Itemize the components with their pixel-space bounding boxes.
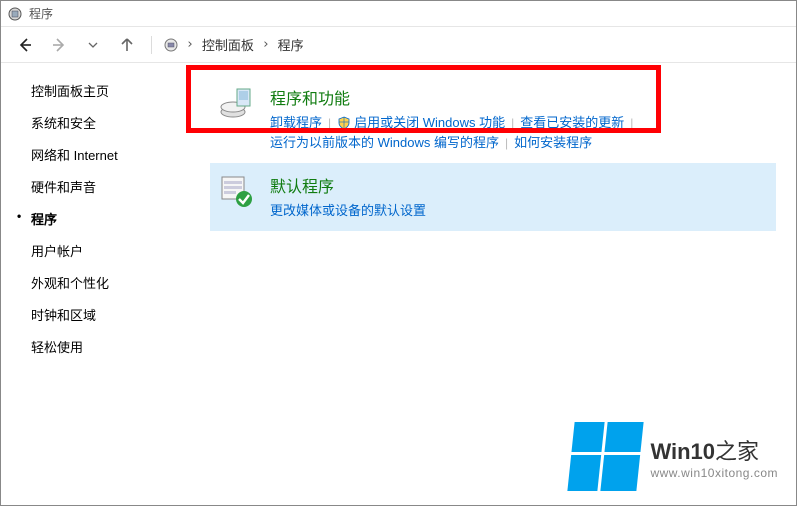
category-title-programs-features[interactable]: 程序和功能 bbox=[270, 85, 768, 109]
sidebar-item-clock-region[interactable]: 时钟和区域 bbox=[31, 305, 186, 324]
link-uninstall-program[interactable]: 卸载程序 bbox=[270, 113, 322, 133]
window-title: 程序 bbox=[29, 5, 53, 22]
sidebar-item-appearance[interactable]: 外观和个性化 bbox=[31, 273, 186, 292]
forward-button[interactable] bbox=[45, 31, 73, 59]
watermark-brand: Win10之家 bbox=[650, 434, 778, 466]
breadcrumb-item-programs[interactable]: 程序 bbox=[274, 32, 308, 57]
link-windows-features[interactable]: 启用或关闭 Windows 功能 bbox=[354, 113, 505, 133]
sidebar-item-network-internet[interactable]: 网络和 Internet bbox=[31, 145, 186, 164]
category-default-programs[interactable]: 默认程序 更改媒体或设备的默认设置 bbox=[210, 163, 776, 231]
link-separator: | bbox=[505, 133, 508, 153]
sidebar-item-user-accounts[interactable]: 用户帐户 bbox=[31, 241, 186, 260]
breadcrumb-bar[interactable]: › 控制面板 › 程序 bbox=[162, 32, 308, 57]
category-links: 卸载程序 | 启用或关闭 Windows 功能 | 查看已安装的更新 | 运行为… bbox=[270, 113, 768, 153]
control-panel-icon bbox=[162, 36, 180, 54]
breadcrumb-item-control-panel[interactable]: 控制面板 bbox=[198, 32, 258, 57]
category-programs-features: 程序和功能 卸载程序 | 启用或关闭 Windows 功能 | 查看已安装的更新… bbox=[210, 75, 776, 163]
programs-features-icon bbox=[218, 85, 254, 121]
sidebar-item-programs[interactable]: 程序 bbox=[31, 209, 186, 228]
sidebar-item-home[interactable]: 控制面板主页 bbox=[31, 81, 186, 100]
link-how-install[interactable]: 如何安装程序 bbox=[514, 133, 592, 153]
link-change-defaults[interactable]: 更改媒体或设备的默认设置 bbox=[270, 201, 426, 221]
nav-separator bbox=[151, 36, 152, 54]
link-separator: | bbox=[328, 113, 331, 133]
app-icon bbox=[7, 6, 23, 22]
category-title-default-programs[interactable]: 默认程序 bbox=[270, 173, 768, 197]
navigation-bar: › 控制面板 › 程序 bbox=[1, 27, 796, 63]
category-links: 更改媒体或设备的默认设置 bbox=[270, 201, 768, 221]
watermark-url: www.win10xitong.com bbox=[650, 466, 778, 480]
link-separator: | bbox=[630, 113, 633, 133]
link-compatibility[interactable]: 运行为以前版本的 Windows 编写的程序 bbox=[270, 133, 499, 153]
windows-logo-icon bbox=[568, 422, 644, 491]
default-programs-icon bbox=[218, 173, 254, 209]
link-installed-updates[interactable]: 查看已安装的更新 bbox=[520, 113, 624, 133]
recent-locations-dropdown[interactable] bbox=[79, 31, 107, 59]
breadcrumb-separator: › bbox=[262, 37, 270, 52]
sidebar-item-ease-of-access[interactable]: 轻松使用 bbox=[31, 337, 186, 356]
up-button[interactable] bbox=[113, 31, 141, 59]
category-body: 程序和功能 卸载程序 | 启用或关闭 Windows 功能 | 查看已安装的更新… bbox=[270, 85, 768, 153]
titlebar: 程序 bbox=[1, 1, 796, 27]
category-body: 默认程序 更改媒体或设备的默认设置 bbox=[270, 173, 768, 221]
link-separator: | bbox=[511, 113, 514, 133]
breadcrumb-separator: › bbox=[186, 37, 194, 52]
sidebar-item-system-security[interactable]: 系统和安全 bbox=[31, 113, 186, 132]
sidebar: 控制面板主页 系统和安全 网络和 Internet 硬件和声音 程序 用户帐户 … bbox=[1, 63, 186, 505]
watermark: Win10之家 www.win10xitong.com bbox=[571, 422, 778, 491]
watermark-text: Win10之家 www.win10xitong.com bbox=[650, 434, 778, 480]
uac-shield-icon bbox=[337, 116, 351, 130]
sidebar-item-hardware-sound[interactable]: 硬件和声音 bbox=[31, 177, 186, 196]
back-button[interactable] bbox=[11, 31, 39, 59]
